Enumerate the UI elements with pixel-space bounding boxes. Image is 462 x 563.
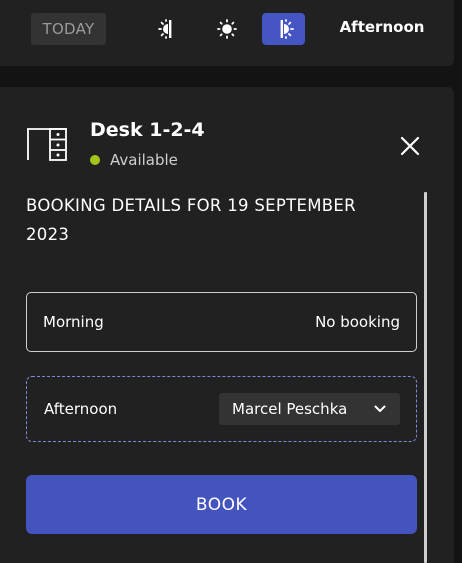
sun-icon — [217, 19, 237, 39]
desk-booking-panel: Desk 1-2-4 Available BOOKING DETAILS FOR… — [0, 87, 454, 563]
current-period-label: Afternoon — [339, 18, 425, 36]
morning-period-button[interactable] — [147, 13, 189, 45]
selected-user: Marcel Peschka — [232, 400, 348, 418]
morning-slot-value: No booking — [315, 313, 400, 331]
chevron-down-icon — [374, 405, 386, 412]
close-icon — [400, 136, 420, 156]
sunrise-icon — [158, 19, 172, 39]
morning-slot-label: Morning — [43, 313, 104, 331]
morning-slot: Morning No booking — [26, 292, 417, 352]
availability-status: Available — [90, 151, 178, 169]
desk-title: Desk 1-2-4 — [90, 119, 205, 141]
close-button[interactable] — [398, 134, 422, 158]
afternoon-period-button[interactable] — [262, 13, 305, 45]
today-button[interactable]: TODAY — [31, 13, 106, 45]
afternoon-slot: Afternoon Marcel Peschka — [26, 376, 417, 442]
status-dot-icon — [90, 155, 100, 165]
book-button[interactable]: BOOK — [26, 475, 417, 534]
booking-details-heading: BOOKING DETAILS FOR 19 SEPTEMBER 2023 — [26, 196, 356, 244]
top-bar: TODAY Afternoon — [0, 0, 454, 66]
user-select[interactable]: Marcel Peschka — [219, 393, 400, 425]
fullday-period-button[interactable] — [206, 13, 248, 45]
desk-icon — [27, 128, 67, 161]
status-text: Available — [110, 151, 178, 169]
afternoon-slot-label: Afternoon — [44, 400, 118, 418]
sunset-icon — [280, 19, 294, 39]
scrollbar[interactable] — [424, 192, 427, 563]
